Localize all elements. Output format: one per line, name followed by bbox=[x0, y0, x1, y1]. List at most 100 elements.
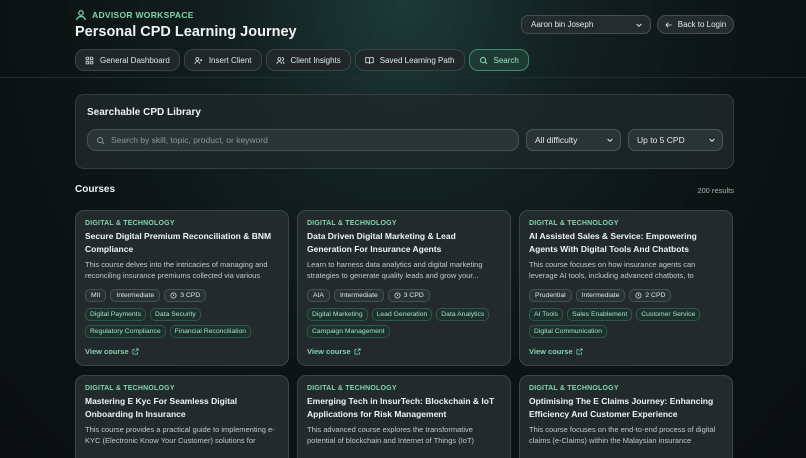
cpd-value: 3 CPD bbox=[180, 292, 201, 299]
course-card[interactable]: DIGITAL & TECHNOLOGY Emerging Tech in In… bbox=[297, 375, 511, 458]
tag: Data Analytics bbox=[436, 308, 490, 321]
course-title: Data Driven Digital Marketing & Lead Gen… bbox=[307, 231, 456, 254]
cpd-value: 3 CPD bbox=[403, 292, 424, 299]
course-tags: Digital Marketing Lead Generation Data A… bbox=[307, 308, 507, 338]
course-category: DIGITAL & TECHNOLOGY bbox=[307, 385, 397, 392]
tag: Customer Service bbox=[636, 308, 701, 321]
nav-client-insights[interactable]: Client Insights bbox=[265, 49, 351, 71]
page-title: Personal CPD Learning Journey bbox=[75, 24, 297, 40]
back-to-login-button[interactable]: Back to Login bbox=[657, 15, 734, 34]
user-icon bbox=[75, 10, 87, 21]
workspace-label: ADVISOR WORKSPACE bbox=[92, 10, 194, 20]
grid-icon bbox=[85, 56, 94, 64]
view-course-label: View course bbox=[85, 347, 129, 356]
nav-general-dashboard[interactable]: General Dashboard bbox=[75, 49, 180, 71]
user-select-value: Aaron bin Joseph bbox=[531, 20, 594, 29]
search-input[interactable] bbox=[111, 135, 511, 145]
view-course-link[interactable]: View course bbox=[85, 347, 139, 356]
cpd-badge: 3 CPD bbox=[387, 289, 430, 302]
course-description: This advanced course explores the transf… bbox=[307, 425, 475, 445]
view-course-link[interactable]: View course bbox=[529, 347, 583, 356]
course-description: This course focuses on the end-to-end pr… bbox=[529, 425, 716, 445]
level-badge: Intermediate bbox=[333, 289, 384, 302]
tag: Digital Payments bbox=[85, 308, 146, 321]
external-link-icon bbox=[576, 348, 583, 355]
app-header: ADVISOR WORKSPACE Personal CPD Learning … bbox=[0, 0, 806, 78]
cpd-select[interactable]: Up to 5 CPD bbox=[628, 129, 723, 151]
main-nav: General Dashboard Insert Client Client I… bbox=[75, 49, 529, 71]
course-card[interactable]: DIGITAL & TECHNOLOGY Optimising The E Cl… bbox=[519, 375, 733, 458]
provider-badge: AIA bbox=[307, 289, 330, 302]
course-category: DIGITAL & TECHNOLOGY bbox=[529, 220, 619, 227]
search-icon bbox=[97, 136, 105, 144]
course-title: Secure Digital Premium Reconciliation & … bbox=[85, 231, 272, 254]
difficulty-value: All difficulty bbox=[535, 135, 578, 145]
view-course-label: View course bbox=[529, 347, 573, 356]
cpd-badge: 2 CPD bbox=[629, 289, 672, 302]
cpd-badge: 3 CPD bbox=[164, 289, 207, 302]
view-course-link[interactable]: View course bbox=[307, 347, 361, 356]
course-card[interactable]: DIGITAL & TECHNOLOGY AI Assisted Sales &… bbox=[519, 210, 733, 366]
nav-label: Insert Client bbox=[208, 55, 252, 65]
course-category: DIGITAL & TECHNOLOGY bbox=[529, 385, 619, 392]
difficulty-select[interactable]: All difficulty bbox=[526, 129, 621, 151]
back-to-login-label: Back to Login bbox=[677, 20, 727, 29]
tag: Data Security bbox=[150, 308, 201, 321]
nav-label: Client Insights bbox=[290, 55, 341, 65]
course-card[interactable]: DIGITAL & TECHNOLOGY Data Driven Digital… bbox=[297, 210, 511, 366]
chevron-down-icon bbox=[636, 23, 642, 27]
level-badge: Intermediate bbox=[575, 289, 626, 302]
nav-label: Search bbox=[493, 55, 519, 65]
course-category: DIGITAL & TECHNOLOGY bbox=[307, 220, 397, 227]
course-description: This course delves into the intricacies … bbox=[85, 260, 268, 280]
course-category: DIGITAL & TECHNOLOGY bbox=[85, 220, 175, 227]
course-title: Optimising The E Claims Journey: Enhanci… bbox=[529, 396, 714, 419]
clock-icon bbox=[635, 292, 642, 299]
search-box[interactable] bbox=[87, 129, 519, 151]
workspace-badge: ADVISOR WORKSPACE bbox=[75, 9, 194, 21]
tag: Lead Generation bbox=[371, 308, 433, 321]
course-title: Emerging Tech in InsurTech: Blockchain &… bbox=[307, 396, 495, 419]
external-link-icon bbox=[132, 348, 139, 355]
cpd-library-panel: Searchable CPD Library All difficulty Up… bbox=[75, 94, 734, 169]
nav-saved-learning-path[interactable]: Saved Learning Path bbox=[354, 49, 465, 71]
book-open-icon bbox=[365, 56, 374, 64]
clock-icon bbox=[394, 292, 401, 299]
course-description: This course focuses on how insurance age… bbox=[529, 260, 696, 280]
tag: AI Tools bbox=[529, 308, 564, 321]
course-tags: AI Tools Sales Enablement Customer Servi… bbox=[529, 308, 729, 338]
course-meta: Prudential Intermediate 2 CPD bbox=[529, 289, 723, 302]
course-description: Learn to harness data analytics and digi… bbox=[307, 260, 483, 280]
cpd-value: Up to 5 CPD bbox=[637, 135, 685, 145]
tag: Campaign Management bbox=[307, 325, 390, 338]
cpd-value: 2 CPD bbox=[645, 292, 666, 299]
course-card[interactable]: DIGITAL & TECHNOLOGY Mastering E Kyc For… bbox=[75, 375, 289, 458]
tag: Regulatory Compliance bbox=[85, 325, 166, 338]
chevron-down-icon bbox=[607, 138, 613, 143]
external-link-icon bbox=[354, 348, 361, 355]
user-plus-icon bbox=[194, 56, 203, 64]
course-meta: MII Intermediate 3 CPD bbox=[85, 289, 279, 302]
clock-icon bbox=[170, 292, 177, 299]
level-badge: Intermediate bbox=[110, 289, 161, 302]
search-icon bbox=[479, 56, 487, 64]
chevron-down-icon bbox=[709, 138, 715, 143]
nav-label: General Dashboard bbox=[100, 55, 170, 65]
users-icon bbox=[275, 56, 285, 64]
tag: Digital Marketing bbox=[307, 308, 368, 321]
course-title: Mastering E Kyc For Seamless Digital Onb… bbox=[85, 396, 238, 419]
results-count: 200 results bbox=[697, 186, 734, 195]
provider-badge: MII bbox=[85, 289, 107, 302]
course-title: AI Assisted Sales & Service: Empowering … bbox=[529, 231, 697, 254]
tag: Digital Communication bbox=[529, 325, 607, 338]
nav-search[interactable]: Search bbox=[468, 49, 529, 71]
provider-badge: Prudential bbox=[529, 289, 572, 302]
arrow-left-icon bbox=[665, 21, 672, 28]
nav-label: Saved Learning Path bbox=[379, 55, 455, 65]
course-tags: Digital Payments Data Security Regulator… bbox=[85, 308, 285, 338]
nav-insert-client[interactable]: Insert Client bbox=[183, 49, 262, 71]
course-card[interactable]: DIGITAL & TECHNOLOGY Secure Digital Prem… bbox=[75, 210, 289, 366]
view-course-label: View course bbox=[307, 347, 351, 356]
user-select[interactable]: Aaron bin Joseph bbox=[521, 15, 651, 34]
tag: Sales Enablement bbox=[567, 308, 633, 321]
